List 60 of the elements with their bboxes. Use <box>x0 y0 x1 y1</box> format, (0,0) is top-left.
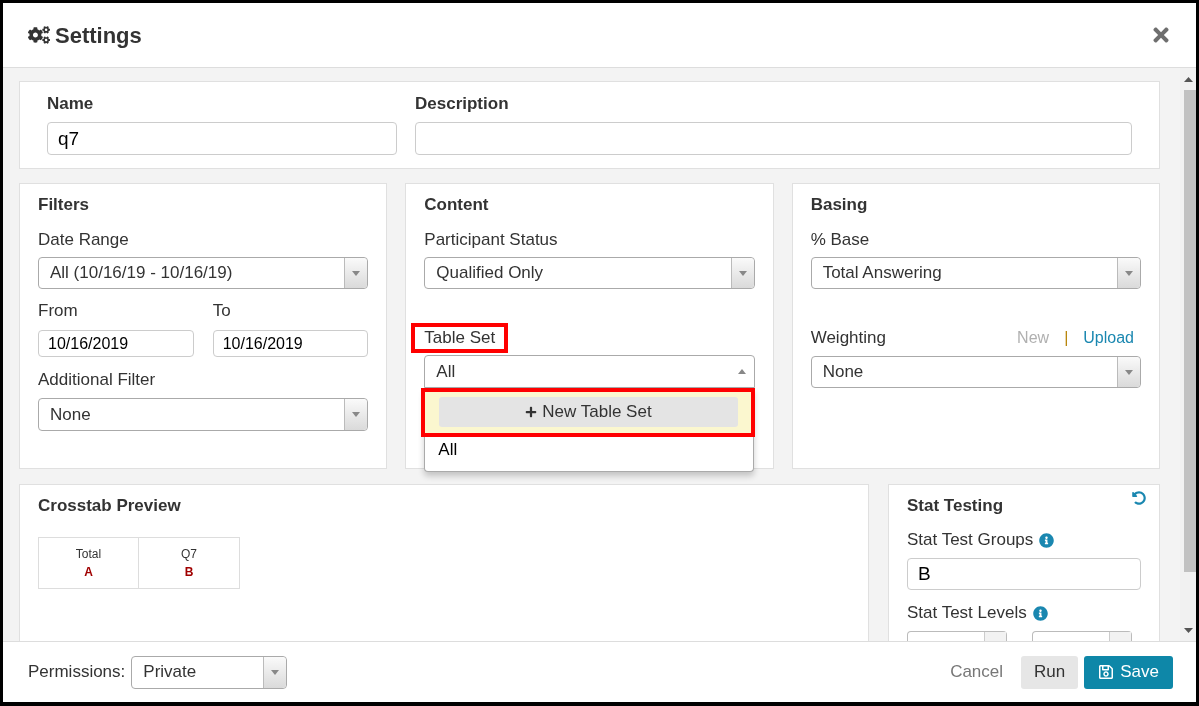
to-label: To <box>212 301 231 321</box>
scrollbar-thumb[interactable] <box>1184 90 1196 572</box>
weighting-label: Weighting <box>810 328 886 348</box>
info-icon[interactable] <box>1032 605 1048 621</box>
name-input[interactable]: q7 <box>47 122 397 155</box>
table-set-select[interactable]: All <box>424 355 755 388</box>
stat-test-groups-input[interactable]: B <box>907 558 1141 590</box>
date-range-select[interactable]: All (10/16/19 - 10/16/19) <box>38 257 369 289</box>
stat-test-groups-label: Stat Test Groups <box>907 530 1034 550</box>
cancel-button[interactable]: Cancel <box>950 655 1004 689</box>
additional-filter-label: Additional Filter <box>38 370 156 390</box>
dialog-title: Settings <box>55 21 142 50</box>
dropdown-option[interactable]: All <box>425 437 753 463</box>
participant-status-label: Participant Status <box>424 230 558 250</box>
column-label: Total <box>75 546 102 562</box>
percent-base-select[interactable]: Total Answering <box>810 257 1141 289</box>
new-table-set-button[interactable]: New Table Set <box>439 397 738 427</box>
reset-icon <box>1131 490 1146 505</box>
save-button[interactable]: Save <box>1084 655 1173 689</box>
stat-testing-title: Stat Testing <box>907 496 1004 516</box>
percent-base-label: % Base <box>810 230 870 250</box>
caret-down-icon <box>1125 270 1133 276</box>
crosstab-preview-title: Crosstab Preview <box>38 496 181 516</box>
reset-button[interactable] <box>1131 490 1146 505</box>
to-date-input[interactable]: 10/16/2019 <box>212 330 369 357</box>
close-icon <box>1151 24 1171 46</box>
caret-down-icon <box>352 270 361 276</box>
caret-down-icon <box>738 270 747 276</box>
upload-weighting-link[interactable]: Upload <box>1083 328 1134 348</box>
column-letter: A <box>84 564 93 580</box>
scroll-down-icon[interactable] <box>1183 628 1193 633</box>
run-button[interactable]: Run <box>1021 655 1079 689</box>
weighting-select[interactable]: None <box>810 356 1141 388</box>
permissions-select[interactable]: Private <box>131 655 288 689</box>
scroll-up-icon[interactable] <box>1183 77 1193 82</box>
plus-icon <box>525 406 538 418</box>
caret-down-icon <box>1125 369 1133 375</box>
column-letter: B <box>184 564 194 580</box>
gears-icon <box>28 25 50 45</box>
caret-up-icon <box>738 369 747 374</box>
info-icon[interactable] <box>1039 532 1055 548</box>
name-label: Name <box>47 94 94 114</box>
basing-title: Basing <box>810 195 868 215</box>
stat-test-levels-label: Stat Test Levels <box>907 603 1027 623</box>
participant-status-select[interactable]: Qualified Only <box>424 257 755 289</box>
description-input[interactable] <box>415 122 1132 155</box>
caret-down-icon <box>352 412 361 417</box>
scrollbar[interactable] <box>1180 68 1196 641</box>
filters-title: Filters <box>38 195 90 215</box>
link-separator: | <box>1064 328 1069 348</box>
content-title: Content <box>424 195 489 215</box>
from-label: From <box>38 301 78 321</box>
table-set-label: Table Set <box>424 328 496 348</box>
date-range-label: Date Range <box>38 230 129 250</box>
description-label: Description <box>415 94 509 114</box>
permissions-label: Permissions: <box>28 662 126 682</box>
column-label: Q7 <box>181 546 197 562</box>
caret-down-icon <box>271 669 280 675</box>
from-date-input[interactable]: 10/16/2019 <box>38 330 194 357</box>
additional-filter-select[interactable]: None <box>38 398 369 431</box>
